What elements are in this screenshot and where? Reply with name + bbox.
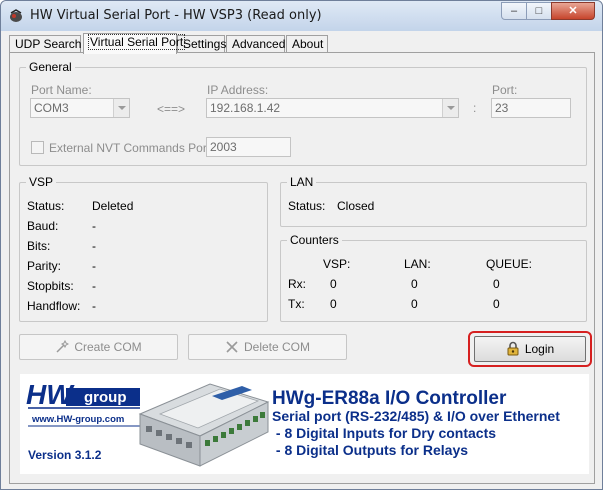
- app-icon: [10, 9, 22, 22]
- device-illustration: [138, 383, 270, 467]
- counters-header-vsp: VSP:: [323, 257, 351, 271]
- product-subtitle: Serial port (RS-232/485) & I/O over Ethe…: [272, 408, 560, 424]
- vsp-stopbits-label: Stopbits:: [27, 279, 74, 293]
- minimize-button[interactable]: –: [501, 2, 527, 20]
- window-title: HW Virtual Serial Port - HW VSP3 (Read o…: [30, 8, 322, 23]
- vsp-handflow-value: -: [92, 299, 96, 313]
- tab-virtual-serial-port[interactable]: Virtual Serial Port: [83, 33, 186, 54]
- counters-tx-queue: 0: [493, 297, 500, 311]
- create-com-button[interactable]: Create COM: [19, 334, 178, 360]
- ip-address-label: IP Address:: [207, 83, 269, 97]
- port-name-combo[interactable]: COM3: [30, 98, 130, 118]
- login-label: Login: [524, 342, 555, 356]
- counters-header-lan: LAN:: [404, 257, 431, 271]
- counters-rx-vsp: 0: [330, 277, 337, 291]
- logo-group-text: group: [84, 389, 127, 406]
- ip-address-value: 192.168.1.42: [210, 101, 281, 115]
- port-separator: :: [473, 101, 477, 115]
- chevron-down-icon: [113, 99, 129, 117]
- vsp-stopbits-value: -: [92, 279, 96, 293]
- wand-icon: [56, 339, 70, 353]
- nvt-port-input[interactable]: 2003: [206, 137, 291, 157]
- counters-tx-label: Tx:: [288, 297, 305, 311]
- counters-tx-vsp: 0: [330, 297, 337, 311]
- vsp-status-value: Deleted: [92, 199, 134, 213]
- app-window: HW Virtual Serial Port - HW VSP3 (Read o…: [0, 0, 603, 490]
- counters-group-title: Counters: [287, 233, 342, 247]
- nvt-checkbox[interactable]: [31, 141, 44, 154]
- vsp-parity-value: -: [92, 259, 96, 273]
- tab-label: About: [292, 37, 324, 51]
- lan-group-title: LAN: [287, 175, 317, 189]
- tab-label: Virtual Serial Port: [87, 34, 186, 50]
- product-bullet-1: - 8 Digital Inputs for Dry contacts: [272, 425, 496, 441]
- counters-rx-label: Rx:: [288, 277, 306, 291]
- vsp-group-title: VSP: [26, 175, 57, 189]
- counters-tx-lan: 0: [411, 297, 418, 311]
- tab-advanced[interactable]: Advanced: [226, 35, 285, 53]
- lan-status-label: Status:: [288, 199, 326, 213]
- delete-com-label: Delete COM: [243, 340, 311, 354]
- counters-rx-queue: 0: [493, 277, 500, 291]
- close-button[interactable]: ✕: [551, 2, 595, 20]
- counters-header-queue: QUEUE:: [486, 257, 533, 271]
- title-bar[interactable]: HW Virtual Serial Port - HW VSP3 (Read o…: [1, 1, 602, 31]
- tab-label: Advanced: [232, 37, 286, 51]
- counters-rx-lan: 0: [411, 277, 418, 291]
- delete-com-button[interactable]: Delete COM: [188, 334, 347, 360]
- ip-address-combo[interactable]: 192.168.1.42: [206, 98, 459, 118]
- lan-group: LAN: [280, 175, 587, 227]
- link-arrow-label: <==>: [157, 102, 186, 116]
- create-com-label: Create COM: [74, 340, 142, 354]
- vsp-baud-label: Baud:: [27, 219, 59, 233]
- nvt-port-label: External NVT Commands Port:: [49, 141, 214, 155]
- tab-about[interactable]: About: [286, 35, 328, 53]
- logo-url-text: www.HW-group.com: [31, 414, 124, 425]
- product-bullet-2: - 8 Digital Outputs for Relays: [272, 442, 468, 458]
- port-label: Port:: [492, 83, 518, 97]
- lan-status-value: Closed: [337, 199, 375, 213]
- maximize-button[interactable]: □: [526, 2, 552, 20]
- vsp-handflow-label: Handflow:: [27, 299, 81, 313]
- counters-group: Counters: [280, 233, 587, 322]
- product-title: HWg-ER88a I/O Controller: [272, 388, 507, 409]
- tab-label: Settings: [183, 37, 227, 51]
- vsp-bits-label: Bits:: [27, 239, 51, 253]
- port-input[interactable]: 23: [491, 98, 571, 118]
- vsp-status-label: Status:: [27, 199, 65, 213]
- delete-x-icon: [226, 341, 238, 353]
- lock-icon: [507, 341, 519, 356]
- port-name-value: COM3: [34, 101, 69, 115]
- general-group-title: General: [26, 60, 75, 74]
- vsp-baud-value: -: [92, 219, 96, 233]
- vsp-bits-value: -: [92, 239, 96, 253]
- port-value: 23: [495, 101, 509, 115]
- tab-settings[interactable]: Settings: [177, 35, 227, 53]
- tab-label: UDP Search: [15, 37, 82, 51]
- login-button[interactable]: Login: [474, 336, 586, 362]
- product-banner[interactable]: HW group www.HW-group.com Version 3.1.2: [20, 374, 589, 474]
- tab-udp-search[interactable]: UDP Search: [9, 35, 81, 53]
- chevron-down-icon: [442, 99, 458, 117]
- port-name-label: Port Name:: [31, 83, 92, 97]
- vsp-parity-label: Parity:: [27, 259, 62, 273]
- version-text: Version 3.1.2: [28, 448, 102, 462]
- nvt-port-value: 2003: [210, 140, 237, 154]
- banner-graphic: HW group www.HW-group.com Version 3.1.2: [26, 379, 560, 467]
